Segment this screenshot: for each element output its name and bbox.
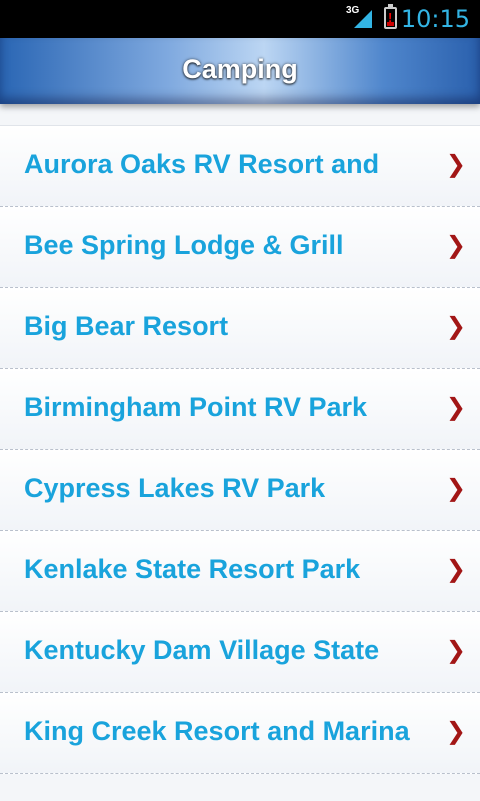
- battery-icon: !: [384, 4, 397, 29]
- list-item[interactable]: Bee Spring Lodge & Grill ❯: [0, 207, 480, 288]
- list-item-label: Kenlake State Resort Park: [24, 554, 361, 584]
- list-item[interactable]: Kentucky Dam Village State ❯: [0, 612, 480, 693]
- list-item-label: Big Bear Resort: [24, 311, 229, 341]
- chevron-right-icon: ❯: [445, 393, 466, 421]
- status-time: 10:15: [400, 5, 470, 33]
- chevron-right-icon: ❯: [445, 555, 466, 583]
- list-item-label: King Creek Resort and Marina: [24, 716, 410, 746]
- chevron-right-icon: ❯: [445, 312, 466, 340]
- camping-list: Aurora Oaks RV Resort and ❯ Bee Spring L…: [0, 125, 480, 801]
- status-bar: 3G ! 10:15: [0, 0, 480, 38]
- chevron-right-icon: ❯: [445, 150, 466, 178]
- chevron-right-icon: ❯: [445, 474, 466, 502]
- list-item[interactable]: Kenlake State Resort Park ❯: [0, 531, 480, 612]
- list-item-label: Kentucky Dam Village State: [24, 635, 380, 665]
- list-item-label: Bee Spring Lodge & Grill: [24, 230, 344, 260]
- list-item[interactable]: King Creek Resort and Marina ❯: [0, 693, 480, 774]
- page-title: Camping: [182, 54, 298, 84]
- list-item-label: Aurora Oaks RV Resort and: [24, 149, 380, 179]
- list-item-label: Cypress Lakes RV Park: [24, 473, 326, 503]
- list-item[interactable]: Cypress Lakes RV Park ❯: [0, 450, 480, 531]
- chevron-right-icon: ❯: [445, 717, 466, 745]
- title-bar: Camping: [0, 38, 480, 104]
- chevron-right-icon: ❯: [445, 636, 466, 664]
- list-item[interactable]: Aurora Oaks RV Resort and ❯: [0, 126, 480, 207]
- signal-icon: [354, 10, 372, 28]
- list-item-label: Birmingham Point RV Park: [24, 392, 368, 422]
- list-item[interactable]: Big Bear Resort ❯: [0, 288, 480, 369]
- list-item[interactable]: Birmingham Point RV Park ❯: [0, 369, 480, 450]
- chevron-right-icon: ❯: [445, 231, 466, 259]
